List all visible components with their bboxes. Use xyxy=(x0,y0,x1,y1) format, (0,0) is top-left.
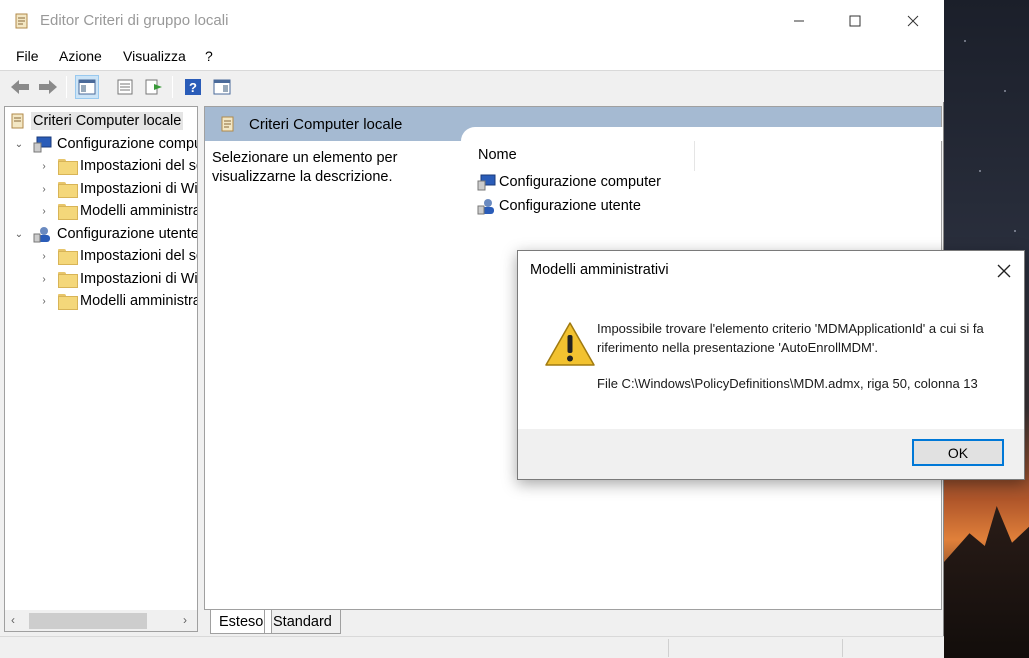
details-header: Criteri Computer locale xyxy=(205,107,943,141)
error-dialog: Modelli amministrativi Impossibile trova… xyxy=(517,250,1025,480)
properties-button[interactable] xyxy=(113,75,137,99)
dialog-footer: OK xyxy=(518,429,1024,479)
computer-icon xyxy=(33,136,52,153)
scrollbar-thumb[interactable] xyxy=(29,613,147,629)
user-icon xyxy=(477,199,494,215)
tree-item-label: Criteri Computer locale xyxy=(31,112,184,130)
user-icon xyxy=(33,227,50,243)
computer-icon xyxy=(477,174,496,191)
arrow-left-icon xyxy=(11,80,29,94)
export-icon xyxy=(145,79,162,95)
scroll-right-icon[interactable]: › xyxy=(183,613,187,627)
tab-standard[interactable]: Standard xyxy=(264,610,341,634)
arrow-right-icon xyxy=(39,80,57,94)
tree-item-computer[interactable]: ⌄ Configurazione computer xyxy=(13,133,197,155)
view-tabs: Esteso Standard xyxy=(204,610,942,634)
back-button[interactable] xyxy=(8,75,32,99)
dialog-message: Impossibile trovare l'elemento criterio … xyxy=(597,321,984,355)
list-item-label: Configurazione utente xyxy=(499,198,641,214)
tree-item-computer-windows[interactable]: › Impostazioni di Windows xyxy=(38,178,198,200)
show-hide-tree-button[interactable] xyxy=(75,75,99,99)
scroll-left-icon[interactable]: ‹ xyxy=(11,613,15,627)
chevron-down-icon[interactable]: ⌄ xyxy=(13,228,25,240)
export-list-button[interactable] xyxy=(142,75,166,99)
chevron-right-icon[interactable]: › xyxy=(38,183,50,195)
tree-item-label: Impostazioni di Windows xyxy=(80,181,198,197)
menu-file[interactable]: File xyxy=(16,48,39,64)
forward-button[interactable] xyxy=(36,75,60,99)
description-text: Selezionare un elemento per visualizzarn… xyxy=(212,150,398,185)
tree-item-computer-software[interactable]: › Impostazioni del software xyxy=(38,155,197,177)
tree-horizontal-scrollbar[interactable]: ‹ › xyxy=(4,610,198,632)
title-bar: Editor Criteri di gruppo locali xyxy=(0,0,944,42)
tree-item-label: Impostazioni di Windows xyxy=(80,271,198,287)
tree-item-user-windows[interactable]: › Impostazioni di Windows xyxy=(38,268,198,290)
tree-item-label: Impostazioni del software xyxy=(80,248,197,264)
maximize-icon xyxy=(849,15,861,27)
folder-icon xyxy=(58,159,78,175)
minimize-icon xyxy=(794,20,804,22)
folder-icon xyxy=(58,272,78,288)
menu-bar: File Azione Visualizza ? xyxy=(0,42,944,70)
dialog-title: Modelli amministrativi xyxy=(530,262,669,278)
svg-text:?: ? xyxy=(189,80,197,95)
warning-icon xyxy=(545,322,595,366)
status-bar xyxy=(0,636,944,658)
chevron-right-icon[interactable]: › xyxy=(38,205,50,217)
console-tree: Criteri Computer locale ⌄ Configurazione… xyxy=(4,106,198,632)
chevron-right-icon[interactable]: › xyxy=(38,250,50,262)
dialog-close-button[interactable] xyxy=(990,257,1018,285)
close-icon xyxy=(997,264,1011,278)
details-title: Criteri Computer locale xyxy=(249,116,403,133)
list-item-user[interactable]: Configurazione utente xyxy=(477,195,641,217)
tree-item-label: Impostazioni del software xyxy=(80,158,197,174)
column-header-name[interactable]: Nome xyxy=(478,147,517,163)
list-item-label: Configurazione computer xyxy=(499,174,662,190)
folder-icon xyxy=(58,204,78,220)
menu-help[interactable]: ? xyxy=(205,48,213,64)
dialog-file-path: File C:\Windows\PolicyDefinitions\MDM.ad… xyxy=(597,376,978,391)
policy-scroll-icon xyxy=(15,13,28,29)
folder-icon xyxy=(58,294,78,310)
close-button[interactable] xyxy=(890,0,936,42)
minimize-button[interactable] xyxy=(776,0,822,42)
window-title: Editor Criteri di gruppo locali xyxy=(40,12,229,29)
policy-scroll-icon xyxy=(11,113,24,129)
folder-icon xyxy=(58,249,78,265)
menu-azione[interactable]: Azione xyxy=(59,48,102,64)
tree-item-label: Configurazione utente xyxy=(57,226,198,242)
tree-item-user-software[interactable]: › Impostazioni del software xyxy=(38,245,197,267)
policy-scroll-icon xyxy=(221,116,234,132)
maximize-button[interactable] xyxy=(832,0,878,42)
chevron-down-icon[interactable]: ⌄ xyxy=(13,138,25,150)
menu-visualizza[interactable]: Visualizza xyxy=(123,48,186,64)
close-icon xyxy=(907,15,919,27)
tree-item-user[interactable]: ⌄ Configurazione utente xyxy=(13,223,198,245)
show-action-pane-button[interactable] xyxy=(210,75,234,99)
properties-icon xyxy=(117,79,133,95)
toolbar: ? xyxy=(0,70,944,102)
console-tree-icon xyxy=(78,79,96,95)
tree-item-label: Modelli amministrativi xyxy=(80,203,197,219)
help-icon: ? xyxy=(185,79,201,95)
help-button[interactable]: ? xyxy=(181,75,205,99)
action-pane-icon xyxy=(213,79,231,95)
chevron-right-icon[interactable]: › xyxy=(38,295,50,307)
tab-esteso[interactable]: Esteso xyxy=(210,610,273,634)
tree-item-label: Configurazione computer xyxy=(57,136,197,152)
tree-item-label: Modelli amministrativi xyxy=(80,293,197,309)
folder-icon xyxy=(58,182,78,198)
tree-item-computer-admin-templates[interactable]: › Modelli amministrativi xyxy=(38,200,197,222)
chevron-right-icon[interactable]: › xyxy=(38,160,50,172)
ok-button[interactable]: OK xyxy=(912,439,1004,466)
chevron-right-icon[interactable]: › xyxy=(38,273,50,285)
tree-item-root[interactable]: Criteri Computer locale xyxy=(9,110,184,132)
list-item-computer[interactable]: Configurazione computer xyxy=(477,171,661,193)
tree-item-user-admin-templates[interactable]: › Modelli amministrativi xyxy=(38,290,197,312)
